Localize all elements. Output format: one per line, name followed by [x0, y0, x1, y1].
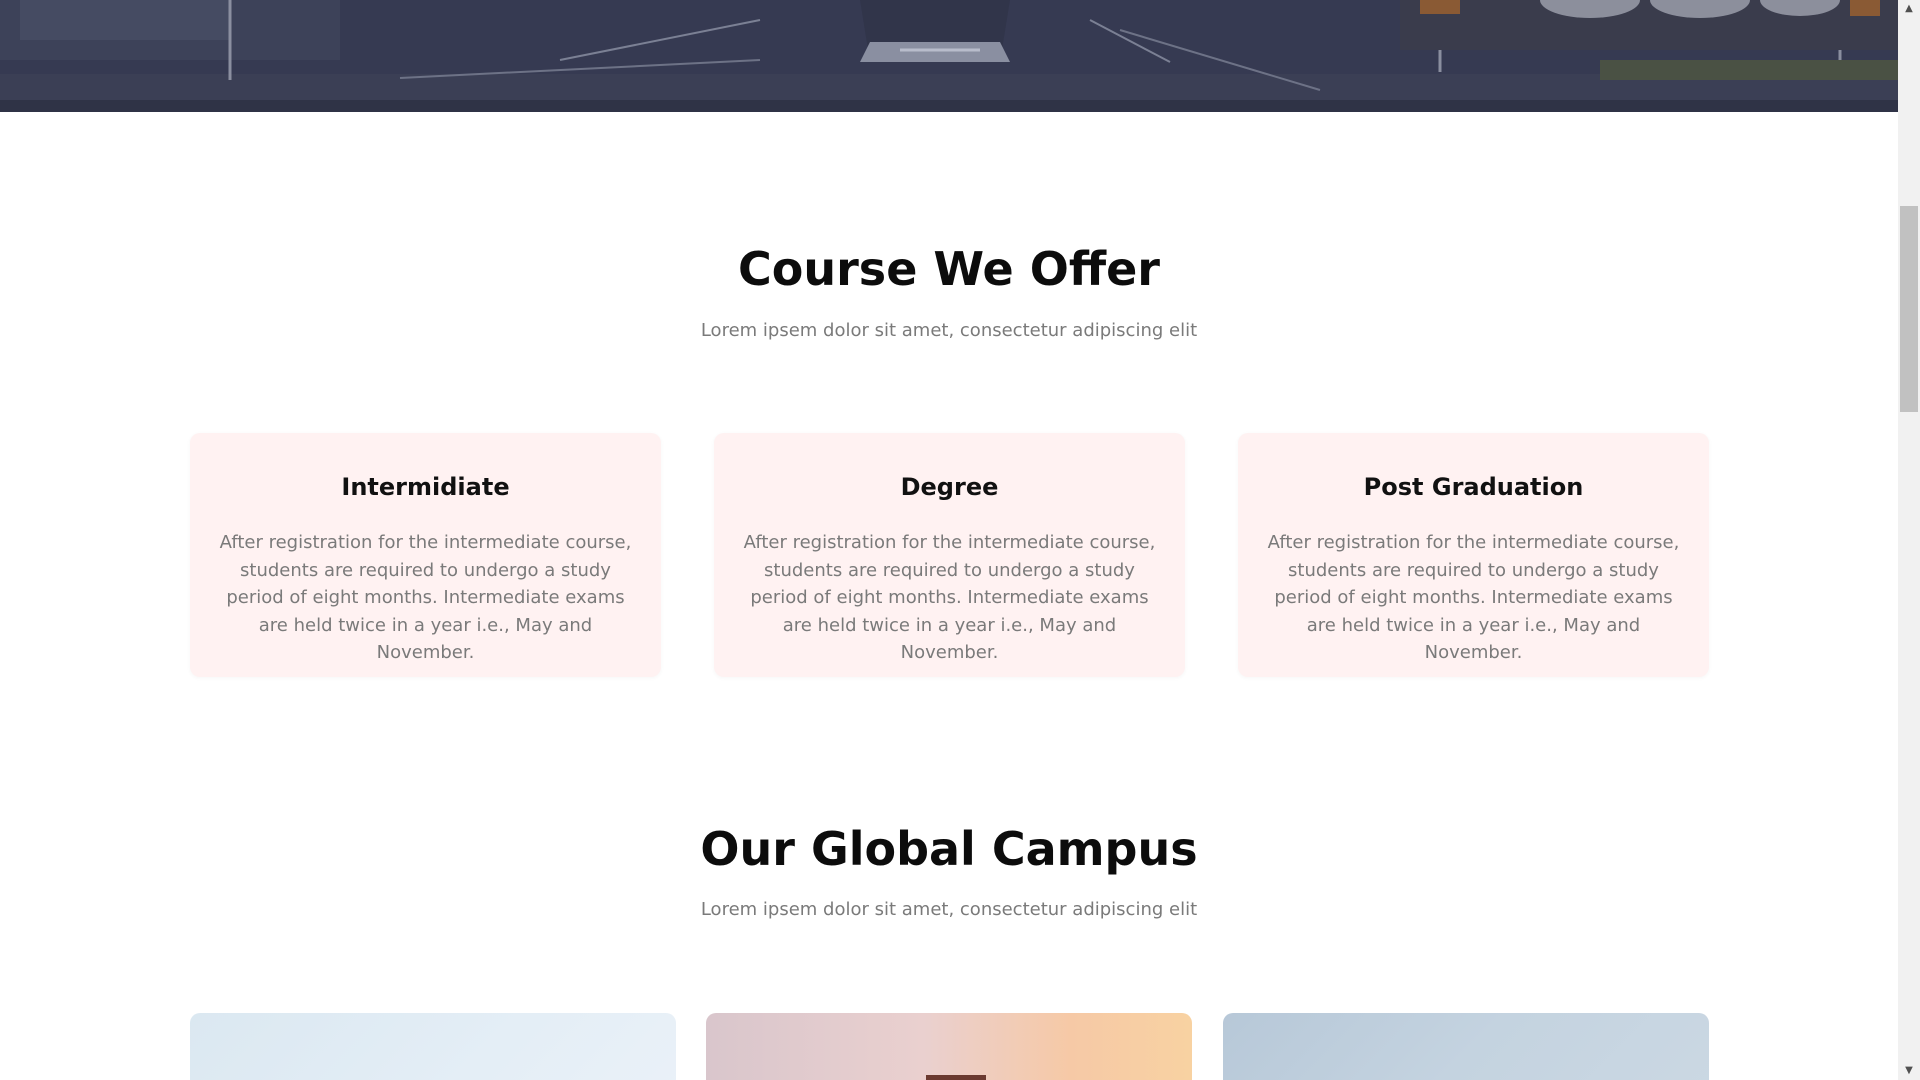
course-card-description: After registration for the intermediate …: [1267, 532, 1680, 663]
course-card-post-graduation[interactable]: Post Graduation After registration for t…: [1238, 433, 1709, 677]
campus-section-subtitle: Lorem ipsem dolor sit amet, consectetur …: [700, 899, 1198, 920]
triangle-down-icon[interactable]: ▼: [1898, 1062, 1920, 1080]
triangle-up-icon[interactable]: ▲: [1898, 0, 1920, 18]
campus-image-3[interactable]: [1223, 1013, 1709, 1080]
hero-street-scene: [0, 0, 1898, 112]
page: Course We Offer Lorem ipsem dolor sit am…: [0, 0, 1898, 1080]
course-card-title: Intermidiate: [341, 473, 510, 501]
campus-image-2[interactable]: [706, 1013, 1192, 1080]
campus-section-title: Our Global Campus: [700, 822, 1198, 876]
course-card-intermediate[interactable]: Intermidiate After registration for the …: [190, 433, 661, 677]
courses-section-subtitle: Lorem ipsem dolor sit amet, consectetur …: [700, 320, 1198, 341]
course-card-degree[interactable]: Degree After registration for the interm…: [714, 433, 1185, 677]
hero-image: [0, 0, 1898, 112]
vertical-scrollbar[interactable]: ▲ ▼: [1898, 0, 1920, 1080]
campus-image-1[interactable]: [190, 1013, 676, 1080]
course-card-title: Degree: [900, 473, 999, 501]
course-card-description: After registration for the intermediate …: [219, 532, 632, 663]
scrollbar-thumb[interactable]: [1900, 206, 1918, 412]
course-card-description: After registration for the intermediate …: [743, 532, 1156, 663]
course-card-title: Post Graduation: [1363, 473, 1584, 501]
courses-section-title: Course We Offer: [738, 242, 1160, 296]
campus-image-2-detail: [926, 1075, 986, 1080]
